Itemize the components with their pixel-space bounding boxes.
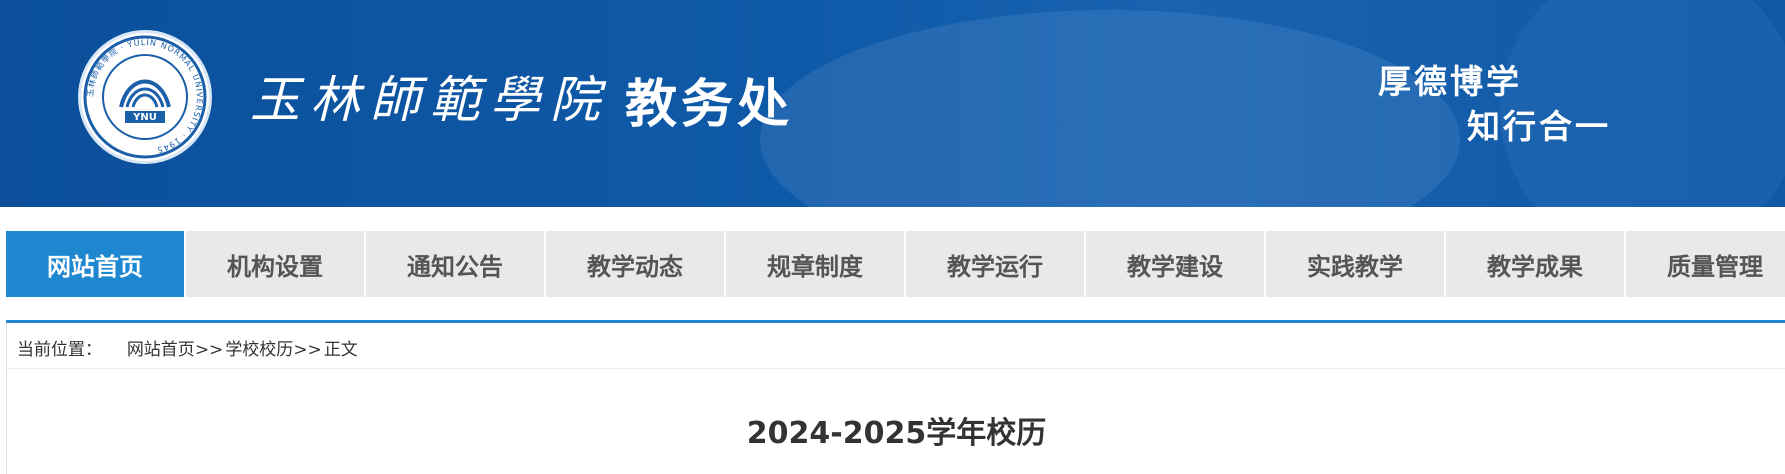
- svg-text:玉林師範學院 · YULIN NORMAL UNIVERSI: 玉林師範學院 · YULIN NORMAL UNIVERSITY · 1945: [86, 38, 204, 155]
- nav-item-regulations[interactable]: 规章制度: [726, 231, 904, 297]
- article-title: 2024-2025学年校历: [746, 416, 1047, 451]
- department-name: 教务处: [625, 75, 794, 135]
- seal-ring-text: 玉林師範學院 · YULIN NORMAL UNIVERSITY · 1945 …: [86, 38, 204, 155]
- main-navigation: 网站首页 机构设置 通知公告 教学动态 规章制度 教学运行 教学建设 实践教学 …: [6, 231, 1785, 297]
- nav-item-teaching-news[interactable]: 教学动态: [546, 231, 724, 297]
- breadcrumb: 当前位置： 网站首页>> 学校校历>> 正文: [17, 335, 360, 360]
- breadcrumb-prefix: 当前位置：: [17, 340, 102, 360]
- motto-line1: 厚德博学: [1378, 62, 1522, 101]
- nav-item-teaching-achievements[interactable]: 教学成果: [1446, 231, 1624, 297]
- nav-item-notices[interactable]: 通知公告: [366, 231, 544, 297]
- breadcrumb-current: 正文: [323, 340, 358, 360]
- nav-item-organization[interactable]: 机构设置: [186, 231, 364, 297]
- breadcrumb-home-link[interactable]: 网站首页: [127, 340, 195, 360]
- breadcrumb-section-link[interactable]: 学校校历: [225, 340, 293, 360]
- nav-item-home[interactable]: 网站首页: [6, 231, 184, 297]
- svg-text:YNU: YNU: [132, 112, 157, 123]
- university-seal-logo[interactable]: 玉林師範學院 · YULIN NORMAL UNIVERSITY · 1945 …: [78, 30, 212, 164]
- nav-item-teaching-operation[interactable]: 教学运行: [906, 231, 1084, 297]
- breadcrumb-separator: >>: [293, 340, 322, 360]
- nav-item-quality-management[interactable]: 质量管理: [1626, 231, 1785, 297]
- breadcrumb-divider: [7, 368, 1785, 369]
- content-area: 当前位置： 网站首页>> 学校校历>> 正文 2024-2025学年校历: [6, 323, 1785, 474]
- breadcrumb-separator: >>: [194, 340, 224, 360]
- school-name: 玉林師範學院: [250, 71, 610, 129]
- nav-item-practice-teaching[interactable]: 实践教学: [1266, 231, 1444, 297]
- header-banner: 玉林師範學院 · YULIN NORMAL UNIVERSITY · 1945 …: [0, 0, 1785, 207]
- motto-line2: 知行合一: [1467, 107, 1611, 146]
- banner-background-decoration: [760, 10, 1460, 207]
- nav-item-teaching-construction[interactable]: 教学建设: [1086, 231, 1264, 297]
